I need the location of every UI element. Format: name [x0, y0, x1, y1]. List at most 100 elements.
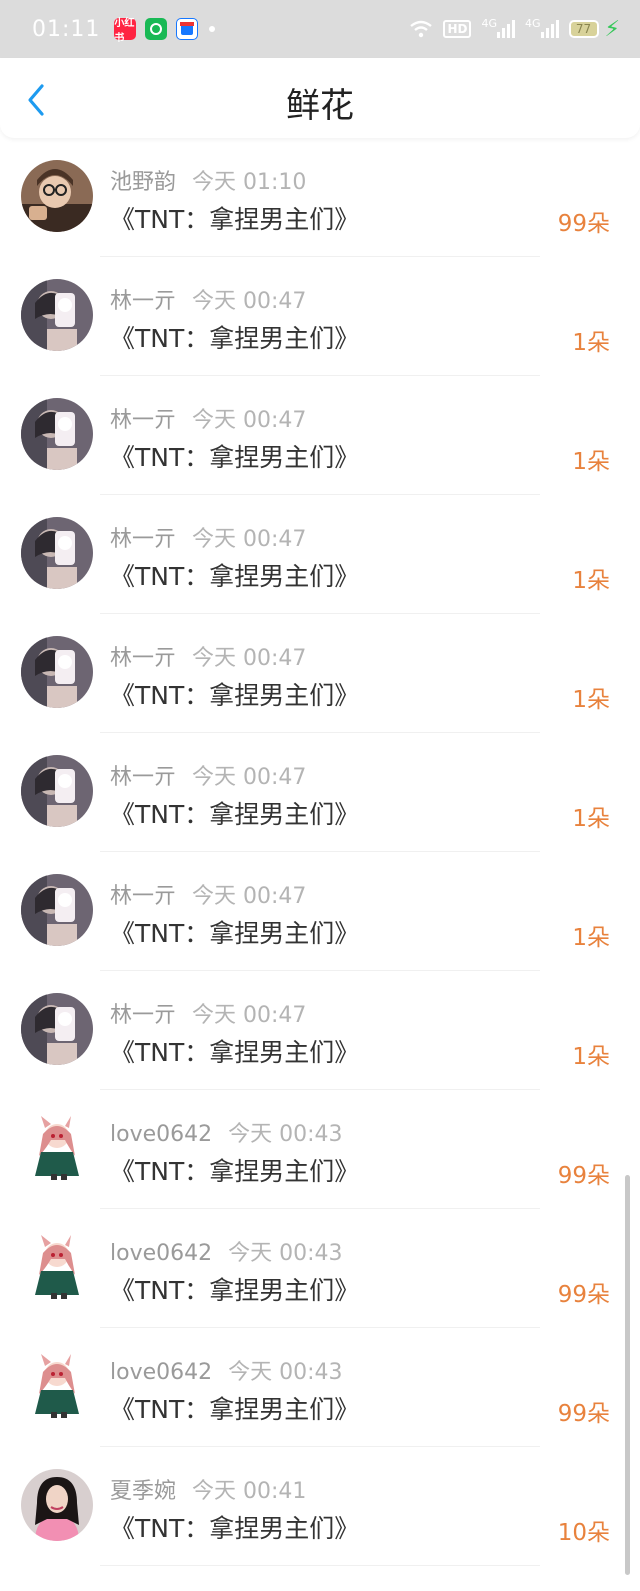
sender-meta: 林一亓 今天 00:47 — [110, 402, 306, 434]
page-title: 鲜花 — [286, 86, 354, 126]
flower-list-item[interactable]: 林一亓 今天 00:47 《TNT：拿捏男主们》 1朵 — [0, 733, 640, 852]
flower-count: 1朵 — [572, 806, 610, 832]
avatar[interactable] — [21, 1469, 93, 1541]
send-time: 今天 00:47 — [192, 765, 307, 790]
send-time: 今天 00:47 — [192, 1003, 307, 1028]
sender-meta: 林一亓 今天 00:47 — [110, 640, 306, 672]
sender-name[interactable]: 池野韵 — [110, 170, 176, 195]
sender-name[interactable]: 林一亓 — [110, 884, 176, 909]
sender-name[interactable]: 林一亓 — [110, 408, 176, 433]
flower-list-item[interactable]: love0642 今天 00:43 《TNT：拿捏男主们》 99朵 — [0, 1328, 640, 1447]
flower-list-item[interactable]: 夏季婉 今天 00:41 《TNT：拿捏男主们》 10朵 — [0, 1447, 640, 1566]
flower-list: 池野韵 今天 01:10 《TNT：拿捏男主们》 99朵 林一亓 今天 00:47 《TNT… — [0, 138, 640, 1566]
alipay-app-icon — [176, 18, 199, 40]
divider — [100, 1565, 540, 1566]
send-time: 今天 00:47 — [192, 408, 307, 433]
book-title[interactable]: 《TNT：拿捏男主们》 — [110, 914, 359, 950]
avatar[interactable] — [21, 517, 93, 589]
hd-badge: HD — [443, 20, 472, 38]
sender-meta: love0642 今天 00:43 — [110, 1235, 343, 1267]
book-title[interactable]: 《TNT：拿捏男主们》 — [110, 676, 359, 712]
flower-list-item[interactable]: 林一亓 今天 00:47 《TNT：拿捏男主们》 1朵 — [0, 495, 640, 614]
book-title[interactable]: 《TNT：拿捏男主们》 — [110, 557, 359, 593]
flower-count: 99朵 — [557, 1163, 610, 1189]
signal-1: 4G — [481, 17, 516, 38]
flower-list-item[interactable]: 池野韵 今天 01:10 《TNT：拿捏男主们》 99朵 — [0, 138, 640, 257]
status-bar: 01:11 小红书 HD 4G 4G 77 ⚡ — [0, 0, 640, 58]
network-type-2: 4G — [525, 16, 541, 30]
sender-name[interactable]: 林一亓 — [110, 646, 176, 671]
avatar[interactable] — [21, 636, 93, 708]
sender-meta: 林一亓 今天 00:47 — [110, 759, 306, 791]
avatar[interactable] — [21, 160, 93, 232]
flower-list-item[interactable]: 林一亓 今天 00:47 《TNT：拿捏男主们》 1朵 — [0, 376, 640, 495]
flower-count: 10朵 — [557, 1520, 610, 1546]
flower-list-item[interactable]: 林一亓 今天 00:47 《TNT：拿捏男主们》 1朵 — [0, 971, 640, 1090]
sender-name[interactable]: love0642 — [110, 1360, 212, 1385]
book-title[interactable]: 《TNT：拿捏男主们》 — [110, 438, 359, 474]
battery-icon: 77 — [568, 20, 599, 38]
flower-count: 99朵 — [557, 211, 610, 237]
avatar[interactable] — [21, 1231, 93, 1303]
app-header: 鲜花 — [0, 58, 640, 138]
avatar[interactable] — [21, 398, 93, 470]
avatar[interactable] — [21, 993, 93, 1065]
book-title[interactable]: 《TNT：拿捏男主们》 — [110, 795, 359, 831]
sender-meta: 池野韵 今天 01:10 — [110, 164, 306, 196]
sender-name[interactable]: 林一亓 — [110, 289, 176, 314]
sender-meta: love0642 今天 00:43 — [110, 1354, 343, 1386]
sender-name[interactable]: love0642 — [110, 1122, 212, 1147]
book-title[interactable]: 《TNT：拿捏男主们》 — [110, 319, 359, 355]
flower-list-item[interactable]: love0642 今天 00:43 《TNT：拿捏男主们》 99朵 — [0, 1090, 640, 1209]
send-time: 今天 00:47 — [192, 884, 307, 909]
book-title[interactable]: 《TNT：拿捏男主们》 — [110, 1271, 359, 1307]
avatar[interactable] — [21, 1112, 93, 1184]
flower-count: 1朵 — [572, 1044, 610, 1070]
send-time: 今天 00:47 — [192, 646, 307, 671]
book-title[interactable]: 《TNT：拿捏男主们》 — [110, 200, 359, 236]
avatar[interactable] — [21, 874, 93, 946]
book-title[interactable]: 《TNT：拿捏男主们》 — [110, 1390, 359, 1426]
signal-bars-icon — [497, 20, 516, 38]
sender-name[interactable]: 林一亓 — [110, 765, 176, 790]
scrollbar[interactable] — [625, 1175, 630, 1575]
wifi-icon — [409, 19, 433, 39]
sender-meta: 夏季婉 今天 00:41 — [110, 1473, 306, 1505]
flower-list-item[interactable]: 林一亓 今天 00:47 《TNT：拿捏男主们》 1朵 — [0, 257, 640, 376]
book-title[interactable]: 《TNT：拿捏男主们》 — [110, 1033, 359, 1069]
send-time: 今天 00:47 — [192, 527, 307, 552]
flower-count: 1朵 — [572, 568, 610, 594]
book-title[interactable]: 《TNT：拿捏男主们》 — [110, 1509, 359, 1545]
signal-bars-icon — [540, 20, 559, 38]
sender-meta: 林一亓 今天 00:47 — [110, 283, 306, 315]
sender-name[interactable]: 林一亓 — [110, 527, 176, 552]
sender-name[interactable]: 林一亓 — [110, 1003, 176, 1028]
flower-count: 1朵 — [572, 330, 610, 356]
sender-name[interactable]: 夏季婉 — [110, 1479, 176, 1504]
flower-count: 1朵 — [572, 925, 610, 951]
flower-count: 99朵 — [557, 1282, 610, 1308]
status-indicators: HD 4G 4G 77 ⚡ — [409, 17, 620, 42]
sender-name[interactable]: love0642 — [110, 1241, 212, 1266]
send-time: 今天 00:43 — [228, 1122, 343, 1147]
flower-count: 1朵 — [572, 687, 610, 713]
avatar[interactable] — [21, 755, 93, 827]
sender-meta: 林一亓 今天 00:47 — [110, 521, 306, 553]
green-app-icon — [145, 18, 168, 40]
signal-2: 4G — [525, 16, 559, 38]
avatar[interactable] — [21, 279, 93, 351]
flower-count: 99朵 — [557, 1401, 610, 1427]
flower-list-item[interactable]: 林一亓 今天 00:47 《TNT：拿捏男主们》 1朵 — [0, 614, 640, 733]
flower-list-item[interactable]: 林一亓 今天 00:47 《TNT：拿捏男主们》 1朵 — [0, 852, 640, 971]
book-title[interactable]: 《TNT：拿捏男主们》 — [110, 1152, 359, 1188]
status-time: 01:11 — [32, 16, 101, 42]
notification-dot-icon — [209, 26, 216, 32]
send-time: 今天 00:41 — [192, 1479, 307, 1504]
avatar[interactable] — [21, 1350, 93, 1422]
send-time: 今天 00:43 — [228, 1360, 343, 1385]
send-time: 今天 00:43 — [228, 1241, 343, 1266]
send-time: 今天 00:47 — [192, 289, 307, 314]
flower-count: 1朵 — [572, 449, 610, 475]
flower-list-item[interactable]: love0642 今天 00:43 《TNT：拿捏男主们》 99朵 — [0, 1209, 640, 1328]
xiaohongshu-app-icon: 小红书 — [114, 18, 137, 44]
